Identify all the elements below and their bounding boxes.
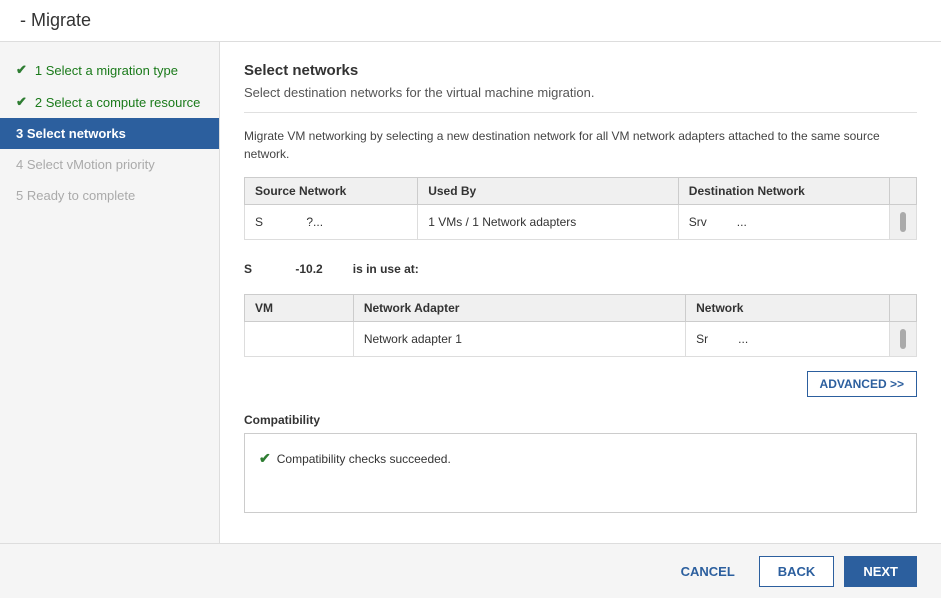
col-network: Network: [686, 295, 890, 322]
sidebar-item-step4: 4 Select vMotion priority: [0, 149, 219, 180]
title-bar: - Migrate: [0, 0, 941, 42]
network-prefix: Sr: [696, 332, 708, 346]
source-prefix: S: [255, 215, 263, 229]
vm-table: VM Network Adapter Network Network adapt…: [244, 294, 917, 357]
page-title: - Migrate: [20, 10, 91, 31]
col-vm: VM: [245, 295, 354, 322]
sidebar-item-step1[interactable]: ✔ 1 Select a migration type: [0, 54, 219, 86]
sidebar-item-step3[interactable]: 3 Select networks: [0, 118, 219, 149]
description-text: Migrate VM networking by selecting a new…: [244, 127, 917, 163]
network-table: Source Network Used By Destination Netwo…: [244, 177, 917, 240]
scrollbar-thumb[interactable]: [900, 212, 906, 232]
info-middle: -10.2: [295, 262, 322, 276]
next-button[interactable]: NEXT: [844, 556, 917, 587]
scroll-col-header: [890, 178, 917, 205]
sidebar: ✔ 1 Select a migration type ✔ 2 Select a…: [0, 42, 220, 596]
used-by-cell: 1 VMs / 1 Network adapters: [418, 205, 679, 240]
destination-prefix: Srv: [689, 215, 707, 229]
sidebar-label-step3: 3 Select networks: [16, 126, 126, 141]
destination-suffix: ...: [737, 215, 747, 229]
check-icon-step1: ✔: [16, 62, 27, 78]
col-destination-network: Destination Network: [678, 178, 889, 205]
sidebar-label-step2: 2 Select a compute resource: [35, 95, 200, 110]
adapter-cell: Network adapter 1: [353, 322, 685, 357]
network-table-wrapper: Source Network Used By Destination Netwo…: [244, 177, 917, 258]
scroll-cell: [890, 205, 917, 240]
source-network-cell: S ?...: [245, 205, 418, 240]
vm-table-wrapper: VM Network Adapter Network Network adapt…: [244, 294, 917, 371]
col-source-network: Source Network: [245, 178, 418, 205]
vm-cell: [245, 322, 354, 357]
cancel-button[interactable]: CANCEL: [667, 558, 749, 585]
vm-scrollbar-thumb[interactable]: [900, 329, 906, 349]
vm-scroll-cell: [890, 322, 917, 357]
back-button[interactable]: BACK: [759, 556, 835, 587]
compat-check-icon: ✔: [259, 450, 271, 467]
destination-cell: Srv ...: [678, 205, 889, 240]
sidebar-label-step1: 1 Select a migration type: [35, 63, 178, 78]
compatibility-box: ✔ Compatibility checks succeeded.: [244, 433, 917, 513]
info-row: S -10.2 is in use at:: [244, 258, 917, 280]
col-used-by: Used By: [418, 178, 679, 205]
advanced-btn-row: ADVANCED >>: [244, 371, 917, 397]
content-subtitle: Select destination networks for the virt…: [244, 85, 917, 113]
check-icon-step2: ✔: [16, 94, 27, 110]
col-network-adapter: Network Adapter: [353, 295, 685, 322]
network-suffix: ...: [738, 332, 748, 346]
info-suffix: is in use at:: [353, 262, 419, 276]
compat-success-row: ✔ Compatibility checks succeeded.: [259, 450, 902, 467]
content-title: Select networks: [244, 62, 917, 79]
advanced-button[interactable]: ADVANCED >>: [807, 371, 917, 397]
network-cell: Sr ...: [686, 322, 890, 357]
sidebar-label-step5: 5 Ready to complete: [16, 188, 135, 203]
compat-status-text: Compatibility checks succeeded.: [277, 452, 451, 466]
vm-table-row: Network adapter 1 Sr ...: [245, 322, 917, 357]
sidebar-label-step4: 4 Select vMotion priority: [16, 157, 155, 172]
table-row: S ?... 1 VMs / 1 Network adapters Srv ..…: [245, 205, 917, 240]
content-area: Select networks Select destination netwo…: [220, 42, 941, 596]
sidebar-item-step2[interactable]: ✔ 2 Select a compute resource: [0, 86, 219, 118]
compatibility-section: Compatibility ✔ Compatibility checks suc…: [244, 413, 917, 513]
compatibility-label: Compatibility: [244, 413, 917, 427]
footer: CANCEL BACK NEXT: [0, 543, 941, 598]
sidebar-item-step5: 5 Ready to complete: [0, 180, 219, 211]
source-suffix: ?...: [306, 215, 323, 229]
info-prefix: S: [244, 262, 252, 276]
vm-scroll-col-header: [890, 295, 917, 322]
